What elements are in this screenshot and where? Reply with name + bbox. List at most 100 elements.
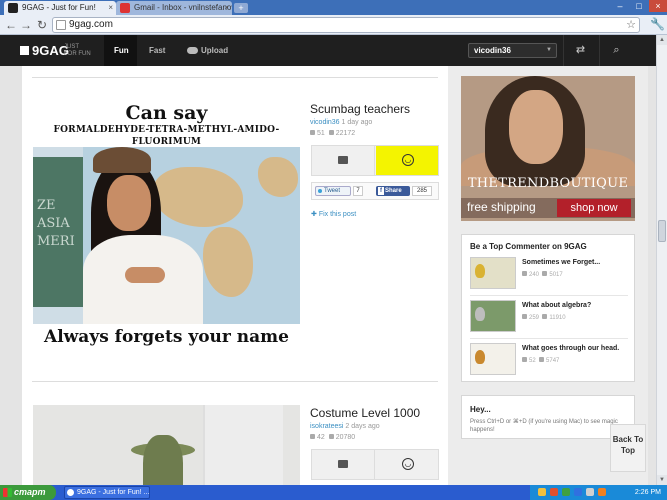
site-logo[interactable]: 9GAG — [20, 43, 69, 58]
tray-icon[interactable] — [562, 488, 570, 496]
list-item[interactable]: Sometimes we Forget... 240 5017 — [470, 257, 628, 293]
medal-icon — [475, 307, 485, 321]
tray-icon[interactable] — [598, 488, 606, 496]
bookmark-star-icon[interactable]: ☆ — [626, 18, 636, 31]
post-thumbnail — [470, 300, 516, 332]
reload-icon[interactable]: ↻ — [34, 17, 50, 33]
post-stats: 42 20780 — [310, 434, 355, 441]
twitter-bird-icon — [318, 189, 322, 193]
9gag-favicon-icon — [8, 3, 18, 13]
comment-icon — [522, 314, 527, 319]
back-arrow-icon[interactable]: ← — [3, 17, 19, 33]
post-feed: Can say FORMALDEHYDE-TETRA-METHYL-AMIDO-… — [22, 66, 448, 500]
page-scrollbar[interactable]: ▲ ▼ — [656, 35, 667, 485]
post-time: 1 day ago — [341, 119, 373, 126]
scroll-up-icon[interactable]: ▲ — [657, 35, 667, 45]
close-tab-icon[interactable]: × — [108, 1, 113, 15]
like-icon — [328, 130, 334, 135]
comment-icon — [310, 434, 315, 439]
browser-toolbar: ← → ↻ ☆ 🔧 — [0, 15, 667, 35]
divider — [32, 77, 438, 78]
user-dropdown[interactable]: vicodin36 ▼ — [468, 43, 557, 58]
chevron-down-icon: ▼ — [546, 47, 552, 53]
shop-now-button[interactable]: shop now — [557, 199, 631, 217]
logo-mark-icon — [20, 46, 29, 55]
chalkboard: ZE ASIA MERI — [33, 157, 83, 307]
post-image[interactable]: Can say FORMALDEHYDE-TETRA-METHYL-AMIDO-… — [33, 99, 300, 351]
post-author[interactable]: isokrateesi — [310, 423, 343, 430]
tray-icon[interactable] — [538, 488, 546, 496]
nav-fast[interactable]: Fast — [149, 46, 165, 55]
post-title[interactable]: Scumbag teachers — [310, 102, 410, 116]
meme-photo: ZE ASIA MERI — [33, 147, 300, 324]
hey-panel: Hey... Press Ctrl+D or ⌘+D (if you're us… — [461, 395, 635, 439]
like-button[interactable]: ◡ — [376, 450, 438, 479]
facebook-share-button[interactable]: f Share — [376, 186, 410, 196]
windows-flag-icon — [3, 488, 12, 497]
close-tab-icon[interactable]: × — [224, 1, 229, 15]
site-tagline: JUST FOR FUN — [64, 44, 91, 57]
vote-box: ◡ — [311, 145, 439, 176]
list-item[interactable]: What goes through our head. 52 5747 — [470, 343, 628, 379]
like-icon — [542, 314, 548, 319]
ad-model-face — [509, 90, 563, 164]
nav-upload[interactable]: Upload — [187, 46, 228, 55]
wrench-menu-icon[interactable]: 🔧 — [650, 17, 665, 31]
top-commenter-panel: Be a Top Commenter on 9GAG Sometimes we … — [461, 234, 635, 382]
fix-post-link[interactable]: ✚ Fix this post — [311, 210, 356, 218]
chalkboard-text: ZE ASIA MERI — [37, 198, 75, 249]
comment-button[interactable] — [312, 450, 375, 479]
shuffle-icon[interactable]: ⇄ — [563, 35, 597, 66]
back-to-top-button[interactable]: Back To Top — [610, 424, 646, 472]
list-item[interactable]: What about algebra? 259 11910 — [470, 300, 628, 336]
tweet-button[interactable]: Tweet — [315, 186, 351, 196]
forward-arrow-icon[interactable]: → — [18, 17, 34, 33]
comment-button[interactable] — [312, 146, 375, 175]
tray-icon[interactable] — [550, 488, 558, 496]
like-button[interactable]: ◡ — [376, 146, 438, 175]
clock: 2:26 PM — [634, 489, 661, 496]
share-count: 285 — [412, 186, 432, 196]
medal-icon — [475, 350, 485, 364]
scroll-thumb[interactable] — [658, 220, 666, 242]
post-title[interactable]: Costume Level 1000 — [310, 406, 420, 420]
teacher-face — [107, 175, 151, 231]
panel-title: Be a Top Commenter on 9GAG — [470, 242, 587, 251]
system-tray: 2:26 PM — [530, 485, 667, 500]
like-icon — [328, 434, 334, 439]
scroll-down-icon[interactable]: ▼ — [657, 475, 667, 485]
maximize-icon[interactable]: □ — [630, 0, 648, 12]
os-taskbar: старт 9GAG - Just for Fun! ... 2:26 PM — [0, 485, 667, 500]
tray-icon[interactable] — [586, 488, 594, 496]
cloud-upload-icon — [187, 47, 198, 54]
minimize-icon[interactable]: – — [611, 0, 629, 12]
share-box: Tweet 7 f Share 285 — [311, 182, 439, 200]
chrome-icon — [67, 489, 74, 496]
start-button[interactable]: старт — [0, 485, 56, 500]
post-thumbnail — [470, 343, 516, 375]
tab-title: Gmail - Inbox - vnilnstefanovar — [134, 3, 232, 12]
ad-banner[interactable]: THETRENDBOUTIQUE free shipping shop now — [461, 76, 635, 221]
medal-icon — [475, 264, 485, 278]
post-author[interactable]: vicodin36 — [310, 119, 340, 126]
nav-fun[interactable]: Fun — [114, 46, 129, 55]
smiley-icon: ◡ — [402, 154, 414, 166]
ad-brand: THETRENDBOUTIQUE — [467, 176, 629, 191]
comment-icon — [522, 357, 527, 362]
search-icon[interactable]: ⌕ — [599, 35, 633, 66]
tab-gmail[interactable]: Gmail - Inbox - vnilnstefanovar × — [116, 1, 232, 15]
window-close-icon[interactable]: × — [649, 0, 667, 12]
meme-top-text: Can say FORMALDEHYDE-TETRA-METHYL-AMIDO-… — [53, 102, 280, 148]
tray-icon[interactable] — [574, 488, 582, 496]
tab-9gag[interactable]: 9GAG - Just for Fun! × — [4, 1, 116, 15]
facebook-icon: f — [378, 187, 384, 195]
url-input[interactable] — [69, 19, 609, 30]
address-bar[interactable]: ☆ — [52, 17, 640, 33]
taskbar-item-chrome[interactable]: 9GAG - Just for Fun! ... — [64, 486, 150, 499]
new-tab-button[interactable]: + — [234, 3, 248, 13]
post-thumbnail — [470, 257, 516, 289]
hey-title: Hey... — [470, 405, 491, 414]
meme-bottom-text: Always forgets your name — [44, 327, 289, 347]
like-icon — [542, 271, 548, 276]
divider — [32, 381, 438, 382]
